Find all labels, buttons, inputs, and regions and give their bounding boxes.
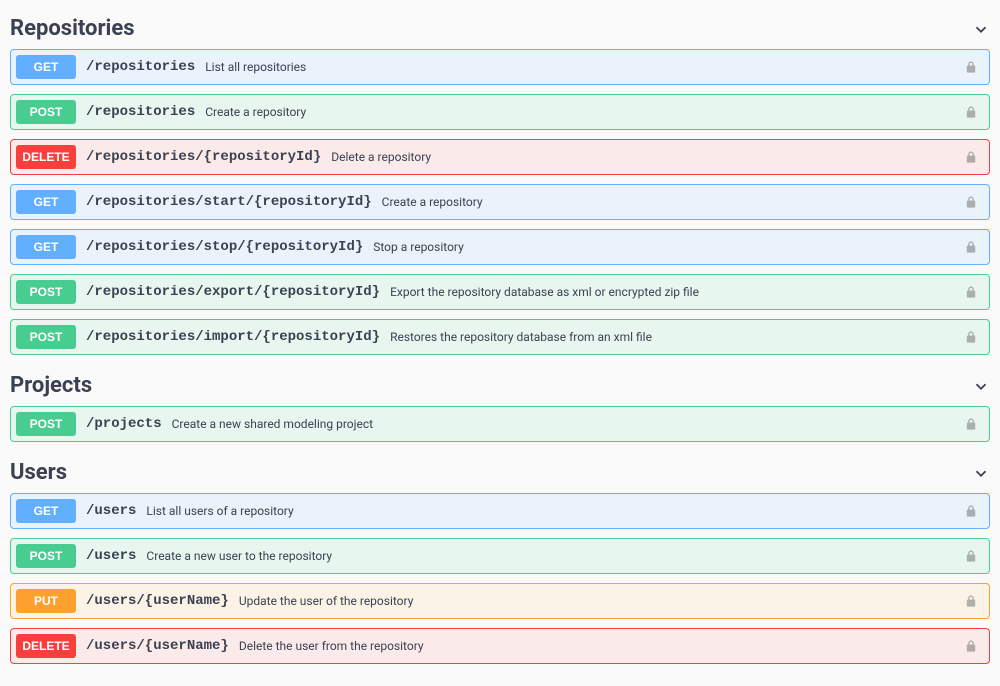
method-badge: GET xyxy=(16,235,76,259)
endpoint-path: /repositories xyxy=(86,104,195,120)
lock-icon[interactable] xyxy=(963,503,979,519)
operation-row[interactable]: POST/projects Create a new shared modelin… xyxy=(10,406,990,442)
endpoint-summary: Export the repository database as xml or… xyxy=(390,285,699,299)
section-header[interactable]: Repositories xyxy=(10,10,990,49)
method-badge: POST xyxy=(16,412,76,436)
endpoint-summary: Restores the repository database from an… xyxy=(390,330,652,344)
operation-row[interactable]: POST/repositories/export/{repositoryId} E… xyxy=(10,274,990,310)
method-badge: DELETE xyxy=(16,634,76,658)
lock-icon[interactable] xyxy=(963,149,979,165)
operation-row[interactable]: POST/users Create a new user to the repos… xyxy=(10,538,990,574)
endpoint-summary: Create a repository xyxy=(205,105,306,119)
method-badge: GET xyxy=(16,499,76,523)
endpoint-path: /repositories/export/{repositoryId} xyxy=(86,284,380,300)
operation-row[interactable]: DELETE/repositories/{repositoryId} Delete… xyxy=(10,139,990,175)
endpoint-summary: Delete the user from the repository xyxy=(239,639,424,653)
endpoint-path: /repositories xyxy=(86,59,195,75)
section-header[interactable]: Users xyxy=(10,454,990,493)
endpoint-path: /repositories/{repositoryId} xyxy=(86,149,321,165)
endpoint-summary: Stop a repository xyxy=(373,240,464,254)
section-title: Projects xyxy=(10,373,92,398)
operation-row[interactable]: POST/repositories Create a repository xyxy=(10,94,990,130)
endpoint-path: /users/{userName} xyxy=(86,593,229,609)
endpoint-summary: Create a repository xyxy=(382,195,483,209)
operation-row[interactable]: GET/repositories/start/{repositoryId} Cre… xyxy=(10,184,990,220)
method-badge: GET xyxy=(16,190,76,214)
endpoint-path: /users xyxy=(86,548,136,564)
api-section: Projects POST/projects Create a new shared… xyxy=(10,367,990,442)
operation-row[interactable]: DELETE/users/{userName} Delete the user f… xyxy=(10,628,990,664)
endpoint-summary: Update the user of the repository xyxy=(239,594,414,608)
section-title: Repositories xyxy=(10,16,135,41)
lock-icon[interactable] xyxy=(963,548,979,564)
lock-icon[interactable] xyxy=(963,416,979,432)
endpoint-summary: Delete a repository xyxy=(331,150,431,164)
method-badge: POST xyxy=(16,100,76,124)
operation-row[interactable]: GET/repositories List all repositories xyxy=(10,49,990,85)
method-badge: PUT xyxy=(16,589,76,613)
api-section: Users GET/users List all users of a reposi… xyxy=(10,454,990,664)
endpoint-path: /users xyxy=(86,503,136,519)
api-section: Repositories GET/repositories List all rep… xyxy=(10,10,990,355)
lock-icon[interactable] xyxy=(963,638,979,654)
endpoint-summary: Create a new shared modeling project xyxy=(172,417,373,431)
endpoint-path: /repositories/import/{repositoryId} xyxy=(86,329,380,345)
method-badge: DELETE xyxy=(16,145,76,169)
endpoint-path: /users/{userName} xyxy=(86,638,229,654)
operation-row[interactable]: PUT/users/{userName} Update the user of t… xyxy=(10,583,990,619)
endpoint-summary: List all users of a repository xyxy=(146,504,293,518)
lock-icon[interactable] xyxy=(963,239,979,255)
section-title: Users xyxy=(10,460,67,485)
endpoint-summary: Create a new user to the repository xyxy=(146,549,332,563)
lock-icon[interactable] xyxy=(963,194,979,210)
operation-row[interactable]: GET/users List all users of a repository xyxy=(10,493,990,529)
method-badge: POST xyxy=(16,544,76,568)
chevron-down-icon[interactable] xyxy=(972,464,990,482)
endpoint-path: /projects xyxy=(86,416,162,432)
endpoint-path: /repositories/stop/{repositoryId} xyxy=(86,239,363,255)
endpoint-summary: List all repositories xyxy=(205,60,306,74)
lock-icon[interactable] xyxy=(963,593,979,609)
section-header[interactable]: Projects xyxy=(10,367,990,406)
chevron-down-icon[interactable] xyxy=(972,20,990,38)
lock-icon[interactable] xyxy=(963,284,979,300)
operation-row[interactable]: GET/repositories/stop/{repositoryId} Stop… xyxy=(10,229,990,265)
lock-icon[interactable] xyxy=(963,59,979,75)
endpoint-path: /repositories/start/{repositoryId} xyxy=(86,194,372,210)
chevron-down-icon[interactable] xyxy=(972,377,990,395)
lock-icon[interactable] xyxy=(963,329,979,345)
method-badge: POST xyxy=(16,280,76,304)
operation-row[interactable]: POST/repositories/import/{repositoryId} R… xyxy=(10,319,990,355)
lock-icon[interactable] xyxy=(963,104,979,120)
method-badge: GET xyxy=(16,55,76,79)
method-badge: POST xyxy=(16,325,76,349)
